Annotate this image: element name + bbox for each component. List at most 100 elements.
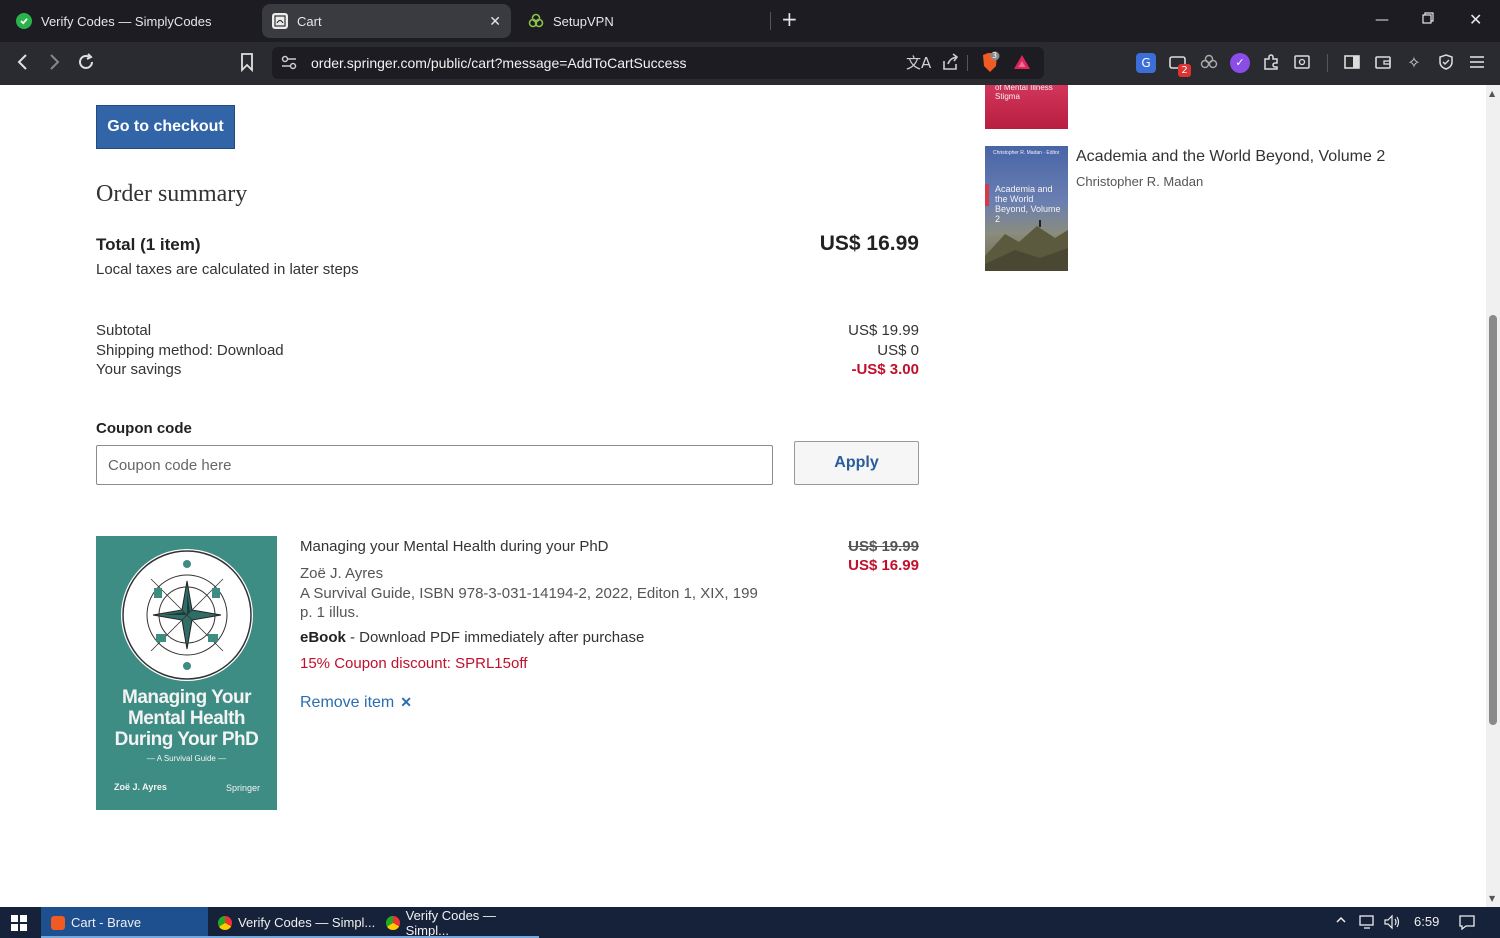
windows-start-icon[interactable] xyxy=(11,915,27,934)
minimize-icon[interactable]: — xyxy=(1375,12,1389,28)
extensions-puzzle-icon[interactable] xyxy=(1261,53,1281,73)
go-to-checkout-button[interactable]: Go to checkout xyxy=(96,105,235,149)
taskbar-item-brave[interactable]: Cart - Brave xyxy=(41,907,208,938)
new-tab-icon[interactable]: + xyxy=(781,9,798,29)
scroll-thumb[interactable] xyxy=(1489,315,1497,725)
brave-rewards-icon[interactable] xyxy=(1013,52,1031,77)
compass-illustration xyxy=(121,549,253,681)
close-icon[interactable]: ✕ xyxy=(489,13,501,30)
remove-item-label: Remove item xyxy=(300,694,395,711)
simplycodes-extension-icon[interactable]: ✓ xyxy=(1230,53,1250,73)
toolbar-divider xyxy=(1327,54,1328,72)
browser-tab-strip: Verify Codes — SimplyCodes Cart ✕ SetupV… xyxy=(0,0,1500,42)
clock-time[interactable]: 6:59 xyxy=(1414,914,1439,930)
tab-title: SetupVPN xyxy=(553,13,614,29)
format-note: - Download PDF immediately after purchas… xyxy=(345,629,645,646)
simplycodes-icon xyxy=(16,13,32,29)
item-format: eBook - Download PDF immediately after p… xyxy=(300,629,644,646)
reload-icon[interactable] xyxy=(76,52,96,78)
sidebar-icon[interactable] xyxy=(1342,53,1362,73)
volume-icon[interactable] xyxy=(1383,914,1401,934)
network-icon[interactable] xyxy=(1358,914,1376,934)
item-discounted-price: US$ 16.99 xyxy=(848,557,919,574)
order-summary-title: Order summary xyxy=(96,181,248,207)
tab-cart[interactable]: Cart ✕ xyxy=(262,4,511,38)
chrome-icon xyxy=(386,915,400,930)
chevron-up-icon[interactable] xyxy=(1335,914,1347,930)
recommendation-cover-2[interactable]: Christopher R. Madan · Editor Academia a… xyxy=(985,146,1068,271)
wallet-icon[interactable] xyxy=(1373,53,1393,73)
back-icon[interactable] xyxy=(15,52,31,78)
recommendation-title[interactable]: Academia and the World Beyond, Volume 2 xyxy=(1076,148,1385,166)
tax-note: Local taxes are calculated in later step… xyxy=(96,261,359,278)
savings-label: Your savings xyxy=(96,361,182,378)
shipping-value: US$ 0 xyxy=(877,342,919,359)
urlbar-divider xyxy=(967,55,968,71)
item-details: A Survival Guide, ISBN 978-3-031-14194-2… xyxy=(300,585,758,621)
remove-item-link[interactable]: Remove item ✕ xyxy=(300,694,412,712)
tab-search-icon[interactable] xyxy=(1292,53,1312,73)
extension-badge: 2 xyxy=(1178,64,1191,77)
brave-icon xyxy=(51,915,65,930)
springer-icon xyxy=(272,13,288,29)
tab-title: Verify Codes — SimplyCodes xyxy=(41,13,212,29)
cover-publisher: Springer xyxy=(226,783,261,793)
translate-icon[interactable]: 文A xyxy=(906,53,931,73)
subtotal-label: Subtotal xyxy=(96,322,152,339)
tab-verify-codes[interactable]: Verify Codes — SimplyCodes xyxy=(16,4,256,38)
brave-shields-icon[interactable] xyxy=(979,51,1001,80)
brave-badge: 3 xyxy=(992,51,998,60)
leo-ai-icon[interactable]: ✧ xyxy=(1404,53,1424,73)
taskbar-item-chrome-2[interactable]: Verify Codes — Simpl... xyxy=(376,907,539,938)
taskbar-item-label: Cart - Brave xyxy=(71,915,142,930)
close-icon: ✕ xyxy=(400,694,412,710)
scroll-up-icon[interactable]: ▲ xyxy=(1489,89,1495,98)
chrome-icon xyxy=(218,915,232,930)
coupon-code-label: Coupon code xyxy=(96,420,192,437)
browser-toolbar: order.springer.com/public/cart?message=A… xyxy=(0,42,1500,85)
forward-icon[interactable] xyxy=(46,52,62,78)
item-cover-image[interactable]: Managing Your Mental Health During Your … xyxy=(96,536,277,810)
coupon-discount-note: 15% Coupon discount: SPRL15off xyxy=(300,655,528,672)
apply-coupon-button[interactable]: Apply xyxy=(794,441,919,485)
vpn-icon xyxy=(528,13,544,29)
savings-value: -US$ 3.00 xyxy=(851,361,919,378)
mountain-illustration xyxy=(985,220,1068,271)
taskbar-item-chrome-1[interactable]: Verify Codes — Simpl... xyxy=(208,907,376,938)
item-author: Zoë J. Ayres xyxy=(300,565,384,582)
vpn-extension-icon[interactable] xyxy=(1199,53,1219,73)
recommendation-cover-1[interactable]: of Mental Illness Stigma xyxy=(985,85,1068,129)
recommendation-author: Christopher R. Madan xyxy=(1076,174,1204,189)
tab-divider xyxy=(770,12,771,30)
scroll-down-icon[interactable]: ▼ xyxy=(1489,894,1495,903)
cover-title: Managing Your Mental Health During Your … xyxy=(114,687,259,750)
subtotal-value: US$ 19.99 xyxy=(848,322,919,339)
vpn-shield-icon[interactable] xyxy=(1436,53,1456,73)
url-text[interactable]: order.springer.com/public/cart?message=A… xyxy=(311,55,686,71)
address-bar[interactable]: order.springer.com/public/cart?message=A… xyxy=(272,47,1044,79)
page-scrollbar[interactable]: ▲ ▼ xyxy=(1486,85,1500,907)
total-price: US$ 16.99 xyxy=(819,232,919,255)
menu-icon[interactable] xyxy=(1467,53,1487,73)
taskbar-item-label: Verify Codes — Simpl... xyxy=(238,915,376,930)
site-settings-icon[interactable] xyxy=(281,53,297,76)
item-original-price: US$ 19.99 xyxy=(848,538,919,555)
page-content: Go to checkout Order summary Total (1 it… xyxy=(0,85,1486,907)
total-label: Total (1 item) xyxy=(96,235,201,254)
tab-title: Cart xyxy=(297,13,322,29)
coupon-code-input[interactable] xyxy=(96,445,773,485)
cover-subtitle: — A Survival Guide — xyxy=(146,754,227,763)
taskbar-item-label: Verify Codes — Simpl... xyxy=(405,907,496,938)
windows-taskbar: Cart - Brave Verify Codes — Simpl... Ver… xyxy=(0,907,1500,938)
shipping-label: Shipping method: Download xyxy=(96,342,284,359)
tab-setupvpn[interactable]: SetupVPN xyxy=(528,4,768,38)
close-window-icon[interactable]: ✕ xyxy=(1469,12,1482,28)
format-type: eBook xyxy=(300,629,346,646)
restore-icon[interactable] xyxy=(1422,12,1434,28)
share-icon[interactable] xyxy=(941,53,959,76)
item-title[interactable]: Managing your Mental Health during your … xyxy=(300,538,609,555)
google-translate-icon[interactable]: G xyxy=(1136,53,1156,73)
bookmark-icon[interactable] xyxy=(239,52,255,78)
notifications-icon[interactable] xyxy=(1458,914,1476,934)
cover-author: Zoë J. Ayres xyxy=(114,782,167,792)
